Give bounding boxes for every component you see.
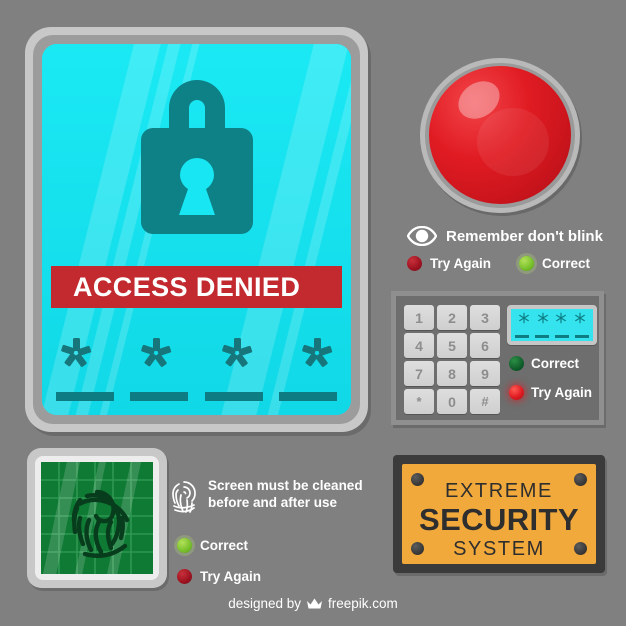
padlock-icon [140, 80, 253, 234]
retina-led-correct-label: Correct [542, 256, 591, 271]
asterisk-icon [556, 312, 567, 324]
asterisk-icon [61, 338, 92, 367]
extreme-security-system-plate: EXTREME SECURITY SYSTEM [393, 455, 605, 573]
keypad-led-try-again: Try Again [509, 385, 592, 400]
fingerprint-icon [172, 481, 196, 513]
keypad-led-correct-label: Correct [531, 356, 580, 371]
fingerprint-bezel [35, 456, 159, 580]
asterisk-icon [141, 338, 172, 367]
plate-line-2: SECURITY [419, 502, 579, 537]
fingerprint-led-correct: Correct [177, 538, 248, 553]
fingerprint-note-text: Screen must be cleaned before and after … [208, 478, 363, 512]
lcd-field-bar [555, 335, 569, 338]
fingerprint-note-line-2: before and after use [208, 494, 338, 510]
password-field-bars [56, 392, 337, 401]
asterisk-icon [221, 338, 252, 367]
fingerprint-note-line-1: Screen must be cleaned [208, 478, 363, 493]
key-star[interactable]: * [404, 389, 434, 414]
fingerprint-note: Screen must be cleaned before and after … [169, 478, 363, 516]
retina-note-label: Remember don't blink [446, 227, 603, 245]
plate-face: EXTREME SECURITY SYSTEM [402, 464, 596, 564]
key-1[interactable]: 1 [404, 305, 434, 330]
red-led-icon [177, 569, 192, 584]
field-bar [56, 392, 114, 401]
lcd-field-bars [515, 335, 589, 338]
fingerprint-led-correct-label: Correct [200, 538, 249, 553]
plate-text: EXTREME SECURITY SYSTEM [402, 480, 596, 561]
keypad-lcd [507, 305, 597, 345]
lcd-field-bar [575, 335, 589, 338]
fingerprint-grid [41, 462, 153, 574]
password-mask-row [56, 336, 337, 370]
key-8[interactable]: 8 [437, 361, 467, 386]
plate-line-1: EXTREME [445, 480, 553, 502]
access-panel-screen: ACCESS DENIED [42, 44, 351, 415]
field-bar [204, 392, 263, 401]
asterisk-icon [574, 312, 585, 324]
retina-led-try-again-label: Try Again [430, 256, 492, 271]
fingerprint-scan-icon[interactable] [41, 462, 153, 574]
footer-credit: designed by freepik.com [0, 596, 626, 611]
green-led-icon [177, 538, 192, 553]
padlock-icon-wrap [42, 66, 351, 244]
keypad-led-correct: Correct [509, 356, 579, 371]
key-hash[interactable]: # [470, 389, 500, 414]
keypad-panel: 1 2 3 4 5 6 7 8 9 * 0 # Correct Try Agai… [391, 291, 604, 425]
asterisk-icon [537, 312, 548, 324]
keypad-led-try-again-label: Try Again [531, 385, 593, 400]
fingerprint-led-try-again-label: Try Again [200, 569, 262, 584]
fingerprint-scanner[interactable] [27, 448, 167, 588]
key-9[interactable]: 9 [470, 361, 500, 386]
plate-line-3: SYSTEM [453, 537, 545, 560]
access-denied-banner: ACCESS DENIED [51, 266, 342, 308]
lcd-field-bar [515, 335, 529, 338]
access-denied-panel: ACCESS DENIED [25, 27, 368, 432]
key-0[interactable]: 0 [437, 389, 467, 414]
red-dome-button[interactable] [429, 66, 571, 204]
emergency-red-button[interactable] [420, 58, 590, 213]
asterisk-icon [302, 338, 333, 367]
key-6[interactable]: 6 [470, 333, 500, 358]
keypad-panel-face: 1 2 3 4 5 6 7 8 9 * 0 # Correct Try Agai… [396, 296, 599, 420]
key-7[interactable]: 7 [404, 361, 434, 386]
red-led-icon [509, 385, 524, 400]
key-3[interactable]: 3 [470, 305, 500, 330]
retina-led-correct: Correct [519, 256, 590, 271]
retina-note: Remember don't blink [407, 226, 603, 246]
keypad-lcd-screen [511, 309, 593, 341]
key-4[interactable]: 4 [404, 333, 434, 358]
footer-prefix: designed by [228, 596, 302, 611]
access-panel-bezel: ACCESS DENIED [33, 35, 360, 424]
illustration-canvas: ACCESS DENIED Remember don't blink Try A… [0, 0, 626, 626]
retina-led-try-again: Try Again [407, 256, 491, 271]
fingerprint-led-try-again: Try Again [177, 569, 261, 584]
dome-soft-glow [477, 108, 549, 176]
field-bar [278, 392, 337, 401]
access-denied-label: ACCESS DENIED [73, 271, 301, 302]
freepik-crown-icon [307, 598, 323, 608]
green-led-icon [519, 256, 534, 271]
eye-icon [407, 226, 437, 246]
key-2[interactable]: 2 [437, 305, 467, 330]
field-bar [130, 392, 189, 401]
red-led-icon [407, 256, 422, 271]
green-led-icon [509, 356, 524, 371]
numeric-keypad[interactable]: 1 2 3 4 5 6 7 8 9 * 0 # [404, 305, 500, 414]
asterisk-icon [519, 312, 530, 324]
lcd-field-bar [535, 335, 549, 338]
footer-brand: freepik.com [328, 596, 398, 611]
key-5[interactable]: 5 [437, 333, 467, 358]
